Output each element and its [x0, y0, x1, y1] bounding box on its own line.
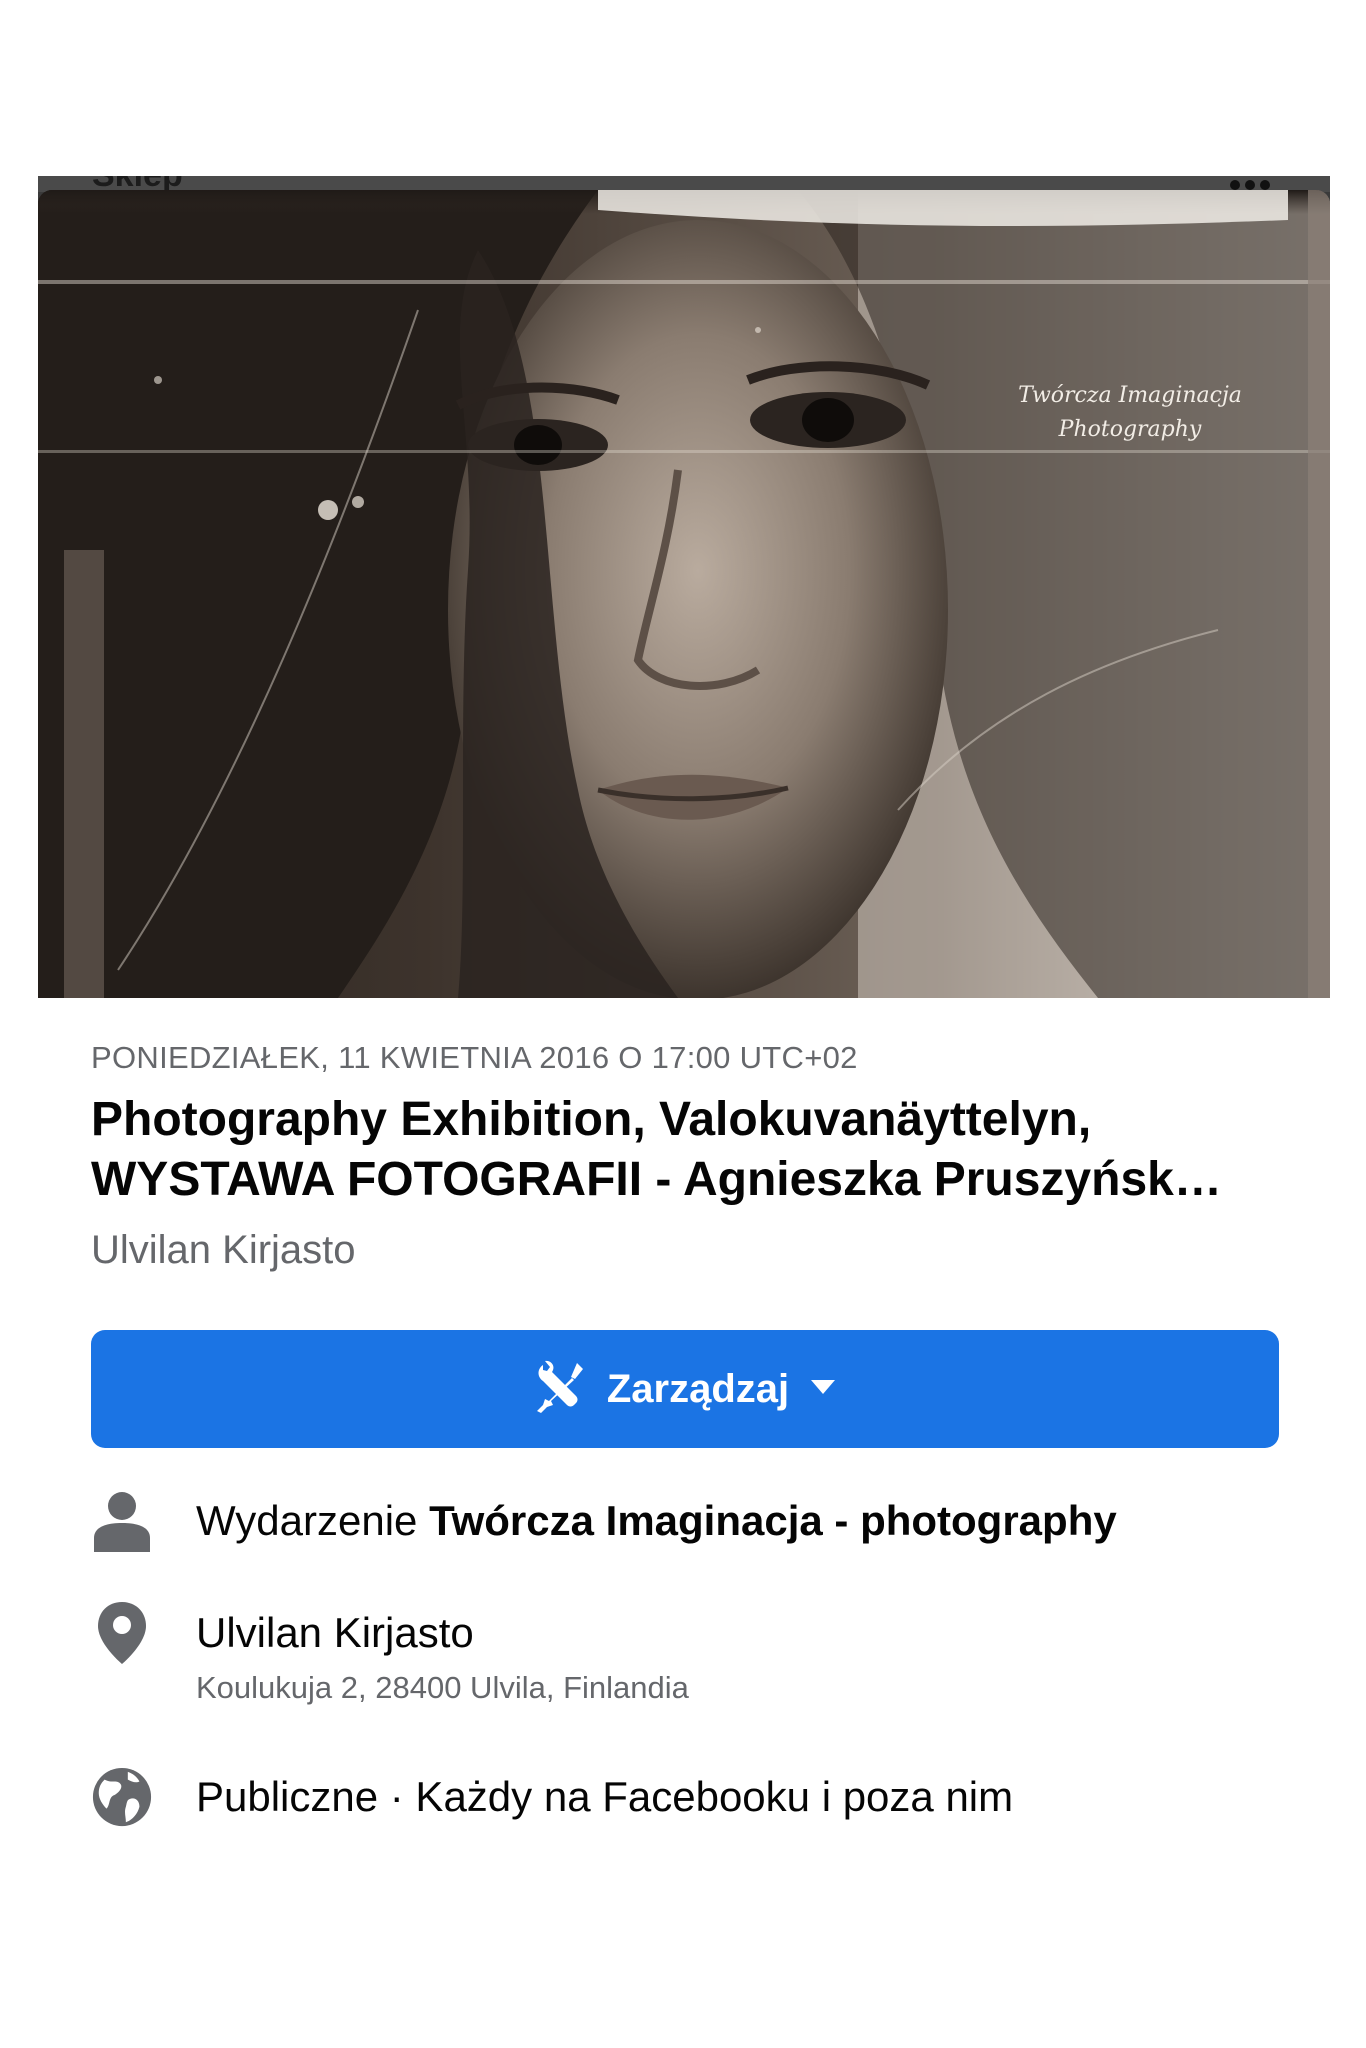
- event-title-line2: WYSTAWA FOTOGRAFII - Agnieszka Pruszyńsk…: [91, 1153, 1222, 1206]
- organizer-prefix: Wydarzenie: [196, 1497, 418, 1544]
- organizer-row[interactable]: Wydarzenie Twórcza Imaginacja - photogra…: [91, 1490, 1291, 1552]
- organizer-text: Wydarzenie Twórcza Imaginacja - photogra…: [196, 1490, 1117, 1552]
- manage-button-label: Zarządzaj: [606, 1366, 790, 1411]
- cover-watermark-line1: Twórcza Imaginacja: [1018, 383, 1242, 408]
- location-row[interactable]: Ulvilan Kirjasto Koulukuja 2, 28400 Ulvi…: [91, 1602, 1291, 1708]
- privacy-row: Publiczne · Każdy na Facebooku i poza ni…: [91, 1766, 1291, 1828]
- manage-button[interactable]: Zarządzaj: [91, 1330, 1279, 1448]
- location-name: Ulvilan Kirjasto: [196, 1609, 474, 1656]
- cover-photo[interactable]: Twórcza Imaginacja Photography: [38, 190, 1330, 998]
- event-info: PONIEDZIAŁEK, 11 KWIETNIA 2016 O 17:00 U…: [91, 1040, 1281, 1273]
- globe-icon: [91, 1766, 153, 1828]
- event-date: PONIEDZIAŁEK, 11 KWIETNIA 2016 O 17:00 U…: [91, 1040, 858, 1075]
- event-title: Photography Exhibition, Valokuvanäyttely…: [91, 1090, 1281, 1210]
- chevron-down-icon: [809, 1377, 837, 1402]
- person-icon: [91, 1490, 153, 1552]
- cover-watermark-line2: Photography: [1058, 417, 1202, 442]
- event-host[interactable]: Ulvilan Kirjasto: [91, 1228, 1281, 1273]
- location-address: Koulukuja 2, 28400 Ulvila, Finlandia: [196, 1670, 689, 1705]
- event-cover: Sklep: [38, 176, 1330, 998]
- more-options-icon[interactable]: [1230, 180, 1270, 190]
- location-pin-icon: [91, 1602, 153, 1664]
- location-text: Ulvilan Kirjasto Koulukuja 2, 28400 Ulvi…: [196, 1602, 689, 1708]
- event-title-line1: Photography Exhibition, Valokuvanäyttely…: [91, 1093, 1092, 1146]
- cover-photo-graphic: Twórcza Imaginacja Photography: [38, 190, 1330, 998]
- privacy-text: Publiczne · Każdy na Facebooku i poza ni…: [196, 1773, 1014, 1820]
- organizer-name[interactable]: Twórcza Imaginacja - photography: [429, 1497, 1117, 1544]
- tools-icon: [533, 1359, 587, 1420]
